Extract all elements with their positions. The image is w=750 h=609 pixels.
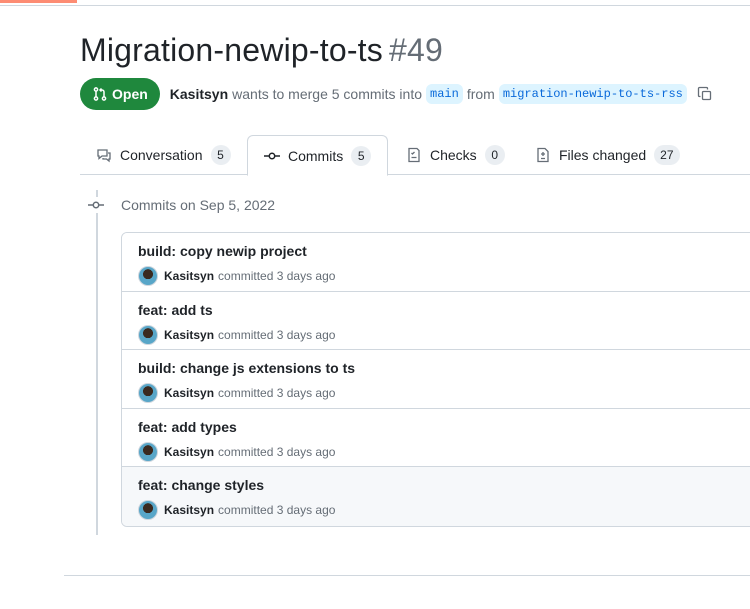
timeline-line [96, 190, 98, 535]
author-link[interactable]: Kasitsyn [170, 86, 228, 102]
list-item: feat: add types Kasitsyn committed 3 day… [122, 408, 750, 468]
commit-author-link[interactable]: Kasitsyn [164, 328, 214, 342]
commit-message-link[interactable]: build: change js extensions to ts [138, 360, 355, 376]
commit-time: committed 3 days ago [218, 269, 336, 283]
active-nav-underline [0, 0, 77, 3]
commit-message-link[interactable]: feat: add types [138, 419, 237, 435]
avatar[interactable] [138, 500, 158, 521]
pr-meta: Open Kasitsyn wants to merge 5 commits i… [80, 78, 713, 110]
commits-date-label: Commits on Sep 5, 2022 [121, 197, 276, 213]
commit-time: committed 3 days ago [218, 444, 336, 459]
status-badge: Open [80, 78, 160, 110]
commit-message-link[interactable]: feat: add ts [138, 302, 213, 318]
git-commit-icon [264, 152, 280, 159]
tab-label: Files changed [559, 147, 647, 163]
list-item: build: copy newip project Kasitsyn commi… [122, 233, 750, 292]
commit-author-link[interactable]: Kasitsyn [164, 445, 214, 459]
tab-counter: 5 [351, 145, 372, 166]
tab-label: Conversation [120, 147, 203, 163]
commit-time: committed 3 days ago [218, 386, 336, 401]
commit-meta: Kasitsyn committed 3 days ago [138, 324, 744, 345]
list-item: build: change js extensions to ts Kasits… [122, 350, 750, 409]
git-pull-request-icon [93, 87, 107, 101]
status-label: Open [112, 86, 148, 102]
avatar[interactable] [138, 266, 158, 286]
tab-label: Checks [430, 147, 477, 163]
footer-divider [64, 575, 750, 576]
tab-checks[interactable]: Checks 0 [390, 135, 521, 175]
commit-time: committed 3 days ago [218, 503, 336, 518]
commit-message-link[interactable]: build: copy newip project [138, 243, 307, 259]
commit-author-link[interactable]: Kasitsyn [164, 386, 214, 400]
commit-meta: Kasitsyn committed 3 days ago [138, 441, 744, 462]
commit-meta: Kasitsyn committed 3 days ago [138, 500, 744, 521]
pr-number: #49 [388, 32, 443, 68]
commit-time: committed 3 days ago [218, 327, 336, 342]
tab-counter: 0 [484, 145, 505, 165]
commit-message-link[interactable]: feat: change styles [138, 477, 264, 493]
header-divider [0, 5, 750, 6]
tab-files-changed[interactable]: Files changed 27 [519, 135, 696, 175]
list-item: feat: add ts Kasitsyn committed 3 days a… [122, 291, 750, 351]
avatar[interactable] [138, 324, 158, 345]
tab-counter: 27 [654, 145, 680, 165]
tab-label: Commits [288, 147, 344, 164]
file-diff-icon [537, 147, 549, 163]
commit-list: build: copy newip project Kasitsyn commi… [121, 232, 750, 527]
pr-tabs: Conversation 5 Commits 5 Checks 0 Files … [80, 135, 750, 176]
commit-author-link[interactable]: Kasitsyn [164, 503, 214, 517]
tab-commits[interactable]: Commits 5 [247, 135, 389, 176]
commit-meta: Kasitsyn committed 3 days ago [138, 383, 744, 404]
avatar[interactable] [138, 441, 158, 462]
pr-title: Migration-newip-to-ts [80, 32, 383, 68]
tab-conversation[interactable]: Conversation 5 [80, 135, 247, 175]
avatar[interactable] [138, 383, 158, 404]
comment-icon [97, 149, 111, 163]
base-branch-link[interactable]: main [426, 84, 463, 104]
commits-group-header: Commits on Sep 5, 2022 [88, 197, 275, 213]
git-commit-icon [88, 197, 104, 213]
page-title: Migration-newip-to-ts #49 [80, 32, 443, 69]
list-item: feat: change styles Kasitsyn committed 3… [122, 467, 750, 526]
head-branch-link[interactable]: migration-newip-to-ts-rss [498, 84, 687, 104]
checklist-icon [408, 147, 420, 163]
tab-counter: 5 [210, 145, 231, 165]
commit-author-link[interactable]: Kasitsyn [164, 269, 214, 283]
pr-summary: wants to merge 5 commits into [232, 86, 422, 102]
from-label: from [466, 86, 495, 102]
commit-meta: Kasitsyn committed 3 days ago [138, 266, 744, 286]
copy-icon[interactable] [697, 86, 713, 102]
